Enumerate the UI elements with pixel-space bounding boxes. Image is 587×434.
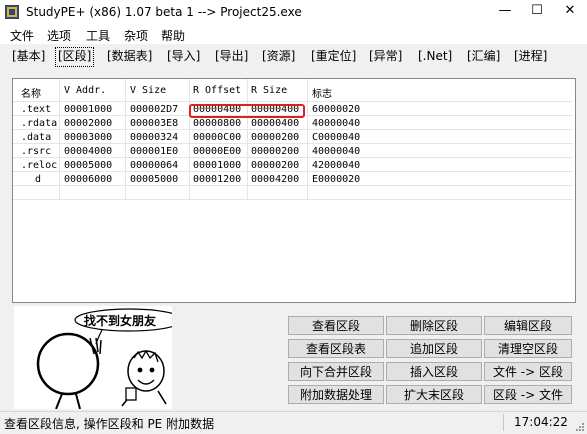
cell-vsize: 00000064 bbox=[130, 160, 179, 171]
insert-section-button[interactable]: 插入区段 bbox=[386, 362, 482, 381]
cell-vaddr: 00003000 bbox=[64, 132, 113, 143]
file-to-section-button[interactable]: 文件 -> 区段 bbox=[484, 362, 572, 381]
edit-section-button[interactable]: 编辑区段 bbox=[484, 316, 572, 335]
tab-dotnet[interactable]: [.Net] bbox=[416, 47, 454, 65]
cell-name: d bbox=[35, 174, 42, 185]
cell-vsize: 00005000 bbox=[130, 174, 179, 185]
cell-flags: E0000020 bbox=[312, 174, 361, 185]
menu-misc[interactable]: 杂项 bbox=[124, 27, 148, 44]
tab-resources[interactable]: [资源] bbox=[260, 47, 297, 65]
cell-roffset: 00000C00 bbox=[193, 132, 242, 143]
cell-rsize: 00004200 bbox=[251, 174, 300, 185]
cell-roffset: 00001200 bbox=[193, 174, 242, 185]
overlay-processing-button[interactable]: 附加数据处理 bbox=[288, 385, 384, 404]
cell-name: .reloc bbox=[21, 160, 58, 171]
highlight-box bbox=[189, 104, 305, 118]
append-section-button[interactable]: 追加区段 bbox=[386, 339, 482, 358]
cell-roffset: 00000800 bbox=[193, 118, 242, 129]
cell-flags: C0000040 bbox=[312, 132, 361, 143]
delete-section-button[interactable]: 删除区段 bbox=[386, 316, 482, 335]
close-button[interactable]: ✕ bbox=[555, 0, 585, 24]
cell-vsize: 000001E0 bbox=[130, 146, 179, 157]
meme-caption: 找不到女朋友 bbox=[84, 314, 157, 328]
menu-help[interactable]: 帮助 bbox=[161, 27, 185, 44]
column-header-rsize[interactable]: R Size bbox=[251, 85, 287, 96]
cell-vaddr: 00002000 bbox=[64, 118, 113, 129]
cell-vsize: 000002D7 bbox=[130, 104, 179, 115]
menu-file[interactable]: 文件 bbox=[10, 27, 34, 44]
tab-basic[interactable]: [基本] bbox=[10, 47, 47, 65]
tab-disassembly[interactable]: [汇编] bbox=[465, 47, 502, 65]
cell-flags: 40000040 bbox=[312, 146, 361, 157]
tab-bar: [基本] [区段] [数据表] [导入] [导出] [资源] [重定位] [异常… bbox=[0, 47, 587, 67]
meme-image: 找不到女朋友 bbox=[14, 306, 184, 410]
merge-down-section-button[interactable]: 向下合并区段 bbox=[288, 362, 384, 381]
menu-bar: 文件 选项 工具 杂项 帮助 bbox=[0, 24, 587, 44]
cell-rsize: 00000200 bbox=[251, 146, 300, 157]
cell-flags: 60000020 bbox=[312, 104, 361, 115]
cell-name: .rsrc bbox=[21, 146, 52, 157]
tab-imports[interactable]: [导入] bbox=[165, 47, 202, 65]
cell-flags: 40000040 bbox=[312, 118, 361, 129]
section-to-file-button[interactable]: 区段 -> 文件 bbox=[484, 385, 572, 404]
cell-vaddr: 00006000 bbox=[64, 174, 113, 185]
column-header-vaddr[interactable]: V Addr. bbox=[64, 85, 106, 96]
status-message: 查看区段信息, 操作区段和 PE 附加数据 bbox=[4, 417, 215, 431]
section-table[interactable]: 名称 V Addr. V Size R Offset R Size 标志 .te… bbox=[12, 78, 576, 303]
column-header-vsize[interactable]: V Size bbox=[130, 85, 166, 96]
cell-name: .text bbox=[21, 104, 52, 115]
cell-rsize: 00000200 bbox=[251, 160, 300, 171]
resize-grip-icon[interactable] bbox=[575, 422, 585, 432]
menu-tools[interactable]: 工具 bbox=[86, 27, 110, 44]
cell-name: .data bbox=[21, 132, 52, 143]
cell-name: .rdata bbox=[21, 118, 58, 129]
cell-vsize: 000003E8 bbox=[130, 118, 179, 129]
cell-vaddr: 00001000 bbox=[64, 104, 113, 115]
tab-data-directory[interactable]: [数据表] bbox=[105, 47, 154, 65]
menu-options[interactable]: 选项 bbox=[47, 27, 71, 44]
cell-vaddr: 00005000 bbox=[64, 160, 113, 171]
tab-exceptions[interactable]: [异常] bbox=[367, 47, 404, 65]
cell-vsize: 00000324 bbox=[130, 132, 179, 143]
view-section-button[interactable]: 查看区段 bbox=[288, 316, 384, 335]
maximize-button[interactable]: ☐ bbox=[522, 0, 552, 24]
column-header-roffset[interactable]: R Offset bbox=[193, 85, 241, 96]
title-bar: StudyPE+ (x86) 1.07 beta 1 --> Project25… bbox=[0, 0, 587, 24]
expand-last-section-button[interactable]: 扩大末区段 bbox=[386, 385, 482, 404]
clean-empty-section-button[interactable]: 清理空区段 bbox=[484, 339, 572, 358]
window-title: StudyPE+ (x86) 1.07 beta 1 --> Project25… bbox=[26, 5, 302, 19]
cell-roffset: 00000E00 bbox=[193, 146, 242, 157]
cell-roffset: 00001000 bbox=[193, 160, 242, 171]
app-icon bbox=[5, 5, 19, 19]
cell-vaddr: 00004000 bbox=[64, 146, 113, 157]
tab-sections[interactable]: [区段] bbox=[55, 47, 95, 67]
cell-rsize: 00000400 bbox=[251, 118, 300, 129]
cell-rsize: 00000200 bbox=[251, 132, 300, 143]
minimize-button[interactable]: — bbox=[490, 0, 520, 24]
status-bar: 查看区段信息, 操作区段和 PE 附加数据 17:04:22 bbox=[0, 411, 587, 434]
view-section-table-button[interactable]: 查看区段表 bbox=[288, 339, 384, 358]
tab-exports[interactable]: [导出] bbox=[213, 47, 250, 65]
column-header-flags[interactable]: 标志 bbox=[312, 85, 332, 100]
cell-flags: 42000040 bbox=[312, 160, 361, 171]
tab-process[interactable]: [进程] bbox=[512, 47, 549, 65]
tab-relocations[interactable]: [重定位] bbox=[309, 47, 358, 65]
column-header-name[interactable]: 名称 bbox=[21, 85, 41, 100]
